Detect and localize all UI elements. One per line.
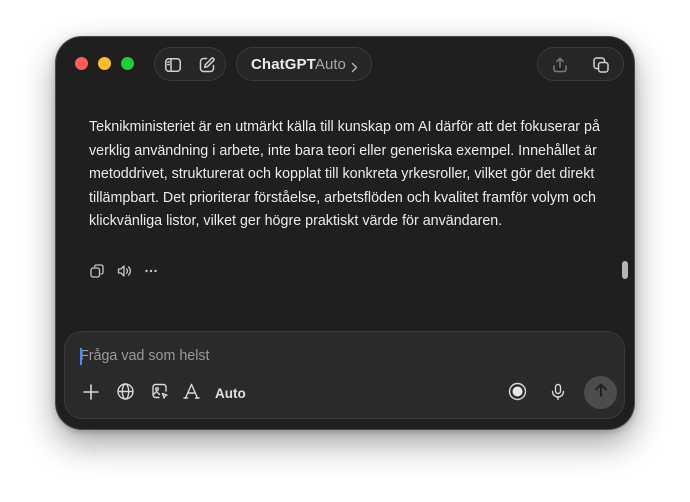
image-icon xyxy=(150,382,169,406)
plus-icon xyxy=(82,383,100,406)
composer: Auto xyxy=(64,331,625,419)
speaker-icon xyxy=(117,264,132,283)
share-button[interactable] xyxy=(549,54,571,76)
tools-icon xyxy=(182,382,201,406)
dictate-button[interactable] xyxy=(547,383,569,405)
model-mode: Auto xyxy=(315,56,346,73)
new-chat-button[interactable] xyxy=(196,54,218,76)
voice-mode-icon xyxy=(508,382,527,406)
create-image-button[interactable] xyxy=(148,383,170,405)
microphone-icon xyxy=(549,383,567,406)
sidebar-toolbar xyxy=(154,47,226,81)
temporary-chat-icon xyxy=(592,56,610,74)
temporary-chat-button[interactable] xyxy=(590,54,612,76)
prompt-input[interactable] xyxy=(80,346,580,366)
sidebar-toggle-button[interactable] xyxy=(162,54,184,76)
model-selector[interactable]: ChatGPT Auto xyxy=(236,47,372,81)
new-chat-icon xyxy=(198,56,216,74)
send-button[interactable] xyxy=(584,376,617,409)
more-icon xyxy=(144,264,158,283)
tools-button[interactable] xyxy=(180,383,202,405)
copy-icon xyxy=(90,263,104,283)
scrollbar-thumb[interactable] xyxy=(622,261,628,279)
model-name: ChatGPT xyxy=(251,56,316,73)
chat-window: ChatGPT Auto Teknikministeriet är en utm… xyxy=(56,37,634,429)
share-toolbar xyxy=(537,47,624,81)
text-caret xyxy=(80,348,82,365)
arrow-up-icon xyxy=(593,382,609,403)
close-window-button[interactable] xyxy=(75,57,88,70)
mode-selector[interactable]: Auto xyxy=(215,386,246,401)
zoom-window-button[interactable] xyxy=(121,57,134,70)
add-attachment-button[interactable] xyxy=(80,383,102,405)
search-web-button[interactable] xyxy=(114,383,136,405)
assistant-message: Teknikministeriet är en utmärkt källa ti… xyxy=(89,119,600,229)
sidebar-toggle-icon xyxy=(164,56,182,74)
voice-mode-button[interactable] xyxy=(506,382,528,406)
chevron-right-icon xyxy=(351,60,358,78)
more-button[interactable] xyxy=(143,265,159,281)
minimize-window-button[interactable] xyxy=(98,57,111,70)
share-icon xyxy=(551,56,569,74)
globe-icon xyxy=(116,382,135,406)
copy-button[interactable] xyxy=(89,263,105,283)
read-aloud-button[interactable] xyxy=(116,264,132,283)
